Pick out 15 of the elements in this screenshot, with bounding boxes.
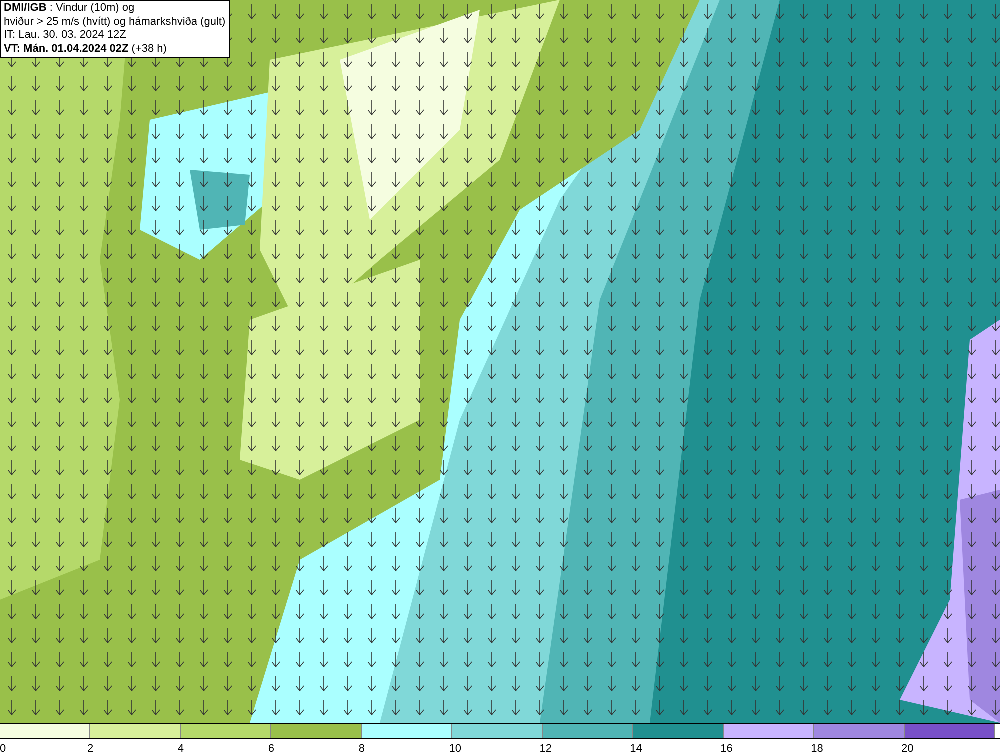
legend-label: 6 bbox=[268, 743, 274, 753]
legend-label: 4 bbox=[178, 743, 184, 753]
legend-label: 16 bbox=[720, 743, 733, 753]
legend-label: 14 bbox=[630, 743, 642, 753]
legend-label: 8 bbox=[358, 743, 365, 753]
title-line: IT: Lau. 30. 03. 2024 12Z bbox=[4, 29, 128, 42]
legend-label: 0 bbox=[0, 743, 6, 753]
legend-label: 2 bbox=[87, 743, 94, 753]
legend-label: 10 bbox=[449, 743, 462, 753]
legend-label: 12 bbox=[540, 743, 552, 753]
title-line: DMI/IGB : Vindur (10m) og bbox=[4, 2, 136, 16]
legend-label: 18 bbox=[811, 743, 824, 753]
title-line: VT: Mán. 01.04.2024 02Z (+38 h) bbox=[4, 42, 168, 56]
legend-label: 20 bbox=[902, 743, 914, 753]
title-line: hviður > 25 m/s (hvítt) og hámarkshviða (gult) bbox=[4, 16, 226, 29]
